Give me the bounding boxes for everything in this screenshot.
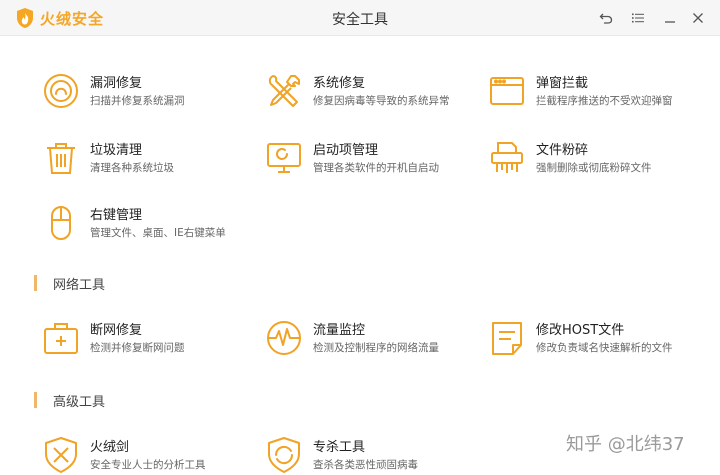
tool-name: 文件粉碎 bbox=[536, 143, 589, 158]
tool-network-repair[interactable]: 断网修复 检测并修复断网问题 bbox=[42, 315, 252, 361]
tool-huorong-sword[interactable]: 火绒剑 安全专业人士的分析工具 bbox=[42, 432, 252, 475]
section-advanced-tools: 高级工具 bbox=[34, 391, 106, 410]
section-title: 网络工具 bbox=[53, 277, 106, 293]
tool-name: 系统修复 bbox=[313, 76, 366, 91]
tool-name: 垃圾清理 bbox=[90, 143, 143, 158]
sword-shield-icon bbox=[42, 436, 80, 474]
section-title: 高级工具 bbox=[53, 394, 106, 410]
section-network-tools: 网络工具 bbox=[34, 274, 106, 293]
section-marker bbox=[34, 392, 37, 408]
tool-name: 启动项管理 bbox=[313, 143, 379, 158]
tool-vulnerability-fix[interactable]: 漏洞修复 扫描并修复系统漏洞 bbox=[42, 68, 252, 114]
tool-name: 漏洞修复 bbox=[90, 76, 143, 91]
tool-name: 右键管理 bbox=[90, 208, 143, 223]
tool-description: 安全专业人士的分析工具 bbox=[90, 459, 206, 471]
tool-virus-killer[interactable]: 专杀工具 查杀各类恶性顽固病毒 bbox=[265, 432, 475, 475]
popup-window-icon bbox=[488, 72, 526, 110]
brand-logo: 火绒安全 bbox=[16, 7, 104, 29]
trash-icon bbox=[42, 139, 80, 177]
monitor-icon bbox=[265, 139, 303, 177]
flame-shield-icon bbox=[17, 8, 33, 28]
shredder-icon bbox=[488, 139, 526, 177]
tool-name: 火绒剑 bbox=[90, 440, 130, 455]
tool-description: 检测及控制程序的网络流量 bbox=[313, 342, 439, 354]
document-icon bbox=[488, 319, 526, 357]
tool-description: 管理文件、桌面、IE右键菜单 bbox=[90, 227, 226, 239]
vulnerability-fix-icon bbox=[42, 72, 80, 110]
title-bar: 火绒安全 安全工具 bbox=[0, 0, 720, 36]
tool-junk-clean[interactable]: 垃圾清理 清理各种系统垃圾 bbox=[42, 135, 252, 181]
tool-name: 流量监控 bbox=[313, 323, 366, 338]
minimize-button[interactable] bbox=[660, 8, 680, 28]
tool-description: 检测并修复断网问题 bbox=[90, 342, 185, 354]
tool-startup-manager[interactable]: 启动项管理 管理各类软件的开机自启动 bbox=[265, 135, 475, 181]
tool-description: 扫描并修复系统漏洞 bbox=[90, 95, 185, 107]
tool-description: 清理各种系统垃圾 bbox=[90, 162, 174, 174]
tool-description: 强制删除或彻底粉碎文件 bbox=[536, 162, 652, 174]
tool-name: 弹窗拦截 bbox=[536, 76, 589, 91]
back-icon bbox=[599, 13, 613, 24]
tools-icon bbox=[265, 72, 303, 110]
tool-context-menu[interactable]: 右键管理 管理文件、桌面、IE右键菜单 bbox=[42, 200, 252, 246]
tool-description: 拦截程序推送的不受欢迎弹窗 bbox=[536, 95, 673, 107]
close-button[interactable] bbox=[688, 8, 708, 28]
menu-button[interactable] bbox=[628, 8, 648, 28]
tool-popup-block[interactable]: 弹窗拦截 拦截程序推送的不受欢迎弹窗 bbox=[488, 68, 698, 114]
tool-name: 断网修复 bbox=[90, 323, 143, 338]
tool-edit-hosts[interactable]: 修改HOST文件 修改负责域名快速解析的文件 bbox=[488, 315, 698, 361]
tool-system-repair[interactable]: 系统修复 修复因病毒等导致的系统异常 bbox=[265, 68, 475, 114]
tool-description: 管理各类软件的开机自启动 bbox=[313, 162, 439, 174]
kill-tool-shield-icon bbox=[265, 436, 303, 474]
tool-traffic-monitor[interactable]: 流量监控 检测及控制程序的网络流量 bbox=[265, 315, 475, 361]
close-icon bbox=[693, 13, 703, 23]
menu-icon bbox=[632, 13, 644, 23]
tool-description: 修复因病毒等导致的系统异常 bbox=[313, 95, 450, 107]
minimize-icon bbox=[665, 21, 675, 23]
traffic-monitor-icon bbox=[265, 319, 303, 357]
tool-file-shred[interactable]: 文件粉碎 强制删除或彻底粉碎文件 bbox=[488, 135, 698, 181]
mouse-icon bbox=[42, 204, 80, 242]
watermark-text: 知乎 @北纬37 bbox=[566, 434, 685, 455]
back-button[interactable] bbox=[596, 8, 616, 28]
tool-name: 专杀工具 bbox=[313, 440, 366, 455]
brand-name: 火绒安全 bbox=[40, 9, 105, 28]
section-marker bbox=[34, 275, 37, 291]
tool-name: 修改HOST文件 bbox=[536, 323, 625, 338]
tool-description: 查杀各类恶性顽固病毒 bbox=[313, 459, 418, 471]
first-aid-kit-icon bbox=[42, 319, 80, 357]
tool-description: 修改负责域名快速解析的文件 bbox=[536, 342, 673, 354]
